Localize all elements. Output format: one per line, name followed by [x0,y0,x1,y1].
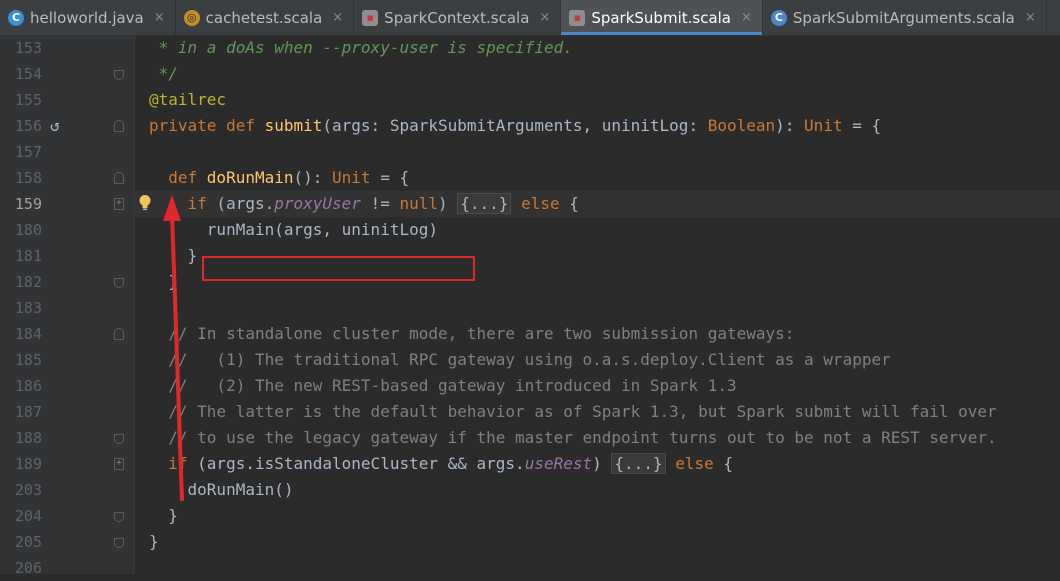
tab-sparksubmitarguments-scala[interactable]: C SparkSubmitArguments.scala × [763,0,1047,35]
line-number[interactable]: 187 [0,399,42,425]
code-line[interactable]: 204 } [0,503,1060,529]
line-number[interactable]: 185 [0,347,42,373]
code-text[interactable]: } [149,269,178,295]
code-line[interactable]: 189 + if (args.isStandaloneCluster && arg… [0,451,1060,477]
tab-sparkcontext-scala[interactable]: ▪ SparkContext.scala × [354,0,562,35]
line-number[interactable]: 156 [0,113,42,139]
fold-collapse-icon[interactable] [114,538,124,548]
code-line[interactable]: 158 def doRunMain(): Unit = { [0,165,1060,191]
scala-class-icon: ▪ [569,9,586,26]
code-line[interactable]: 159 + if (args.proxyUser != null) {...} e… [0,191,1060,217]
code-line[interactable]: 182 } [0,269,1060,295]
tab-label: helloworld.java [30,8,144,27]
recursive-call-icon[interactable]: ↺ [50,113,60,139]
code-line[interactable]: 153 * in a doAs when --proxy-user is spe… [0,35,1060,61]
code-text[interactable]: // (2) The new REST-based gateway introd… [149,373,736,399]
code-text[interactable]: * in a doAs when --proxy-user is specifi… [149,35,573,61]
code-line[interactable]: 183 [0,295,1060,321]
line-number[interactable]: 182 [0,269,42,295]
line-number[interactable]: 186 [0,373,42,399]
line-number[interactable]: 204 [0,503,42,529]
code-line[interactable]: 184 // In standalone cluster mode, there… [0,321,1060,347]
tab-label: SparkSubmit.scala [591,8,731,27]
fold-expand-icon[interactable]: + [114,198,124,210]
fold-collapse-icon[interactable] [114,328,124,340]
code-line[interactable]: 181 } [0,243,1060,269]
tab-cachetest-scala[interactable]: ◎ cachetest.scala × [176,0,355,35]
tab-sparksubmit-scala[interactable]: ▪ SparkSubmit.scala × [561,0,763,35]
code-text[interactable]: // The latter is the default behavior as… [149,399,996,425]
code-text[interactable]: // to use the legacy gateway if the mast… [149,425,996,451]
code-line[interactable]: 205} [0,529,1060,555]
fold-collapse-icon[interactable] [114,278,124,288]
close-icon[interactable]: × [332,10,343,25]
code-text[interactable]: // In standalone cluster mode, there are… [149,321,794,347]
code-text[interactable]: } [149,529,159,555]
code-text[interactable]: private def submit(args: SparkSubmitArgu… [149,113,881,139]
fold-collapse-icon[interactable] [114,434,124,444]
java-class-icon: C [8,9,24,26]
fold-expand-icon[interactable]: + [114,458,124,470]
code-line[interactable]: 206 [0,555,1060,581]
code-text[interactable]: */ [149,61,178,87]
line-number[interactable]: 189 [0,451,42,477]
fold-collapse-icon[interactable] [114,172,124,184]
code-line[interactable]: 203 doRunMain() [0,477,1060,503]
code-line[interactable]: 156 ↺ private def submit(args: SparkSubmit… [0,113,1060,139]
code-text[interactable]: if (args.isStandaloneCluster && args.use… [149,451,733,477]
editor-tab-bar: Chelloworld.java × ◎ cachetest.scala × ▪ Spark… [0,0,1060,36]
code-text[interactable]: // (1) The traditional RPC gateway using… [149,347,890,373]
code-line[interactable]: 157 [0,139,1060,165]
highlight-box-annotation [202,256,475,281]
code-line[interactable]: 155 @tailrec [0,87,1060,113]
line-number[interactable]: 153 [0,35,42,61]
line-number[interactable]: 159 [0,191,42,217]
code-line[interactable]: 154 */ [0,61,1060,87]
line-number[interactable]: 183 [0,295,42,321]
line-number[interactable]: 181 [0,243,42,269]
fold-collapse-icon[interactable] [114,120,124,132]
line-number[interactable]: 155 [0,87,42,113]
tab-label: cachetest.scala [205,8,323,27]
line-number[interactable]: 157 [0,139,42,165]
code-text[interactable]: } [149,503,178,529]
close-icon[interactable]: × [539,10,550,25]
code-text[interactable]: doRunMain() [149,477,294,503]
code-line[interactable]: 186 // (2) The new REST-based gateway in… [0,373,1060,399]
scala-class-icon: ▪ [362,9,379,26]
fold-collapse-icon[interactable] [114,512,124,522]
scala-object-icon: ◎ [183,9,200,26]
code-text[interactable]: } [149,243,198,269]
line-number[interactable]: 203 [0,477,42,503]
tab-helloworld-java[interactable]: Chelloworld.java × [0,0,176,35]
close-icon[interactable]: × [154,10,165,25]
fold-collapse-icon[interactable] [114,70,124,80]
code-text[interactable]: def doRunMain(): Unit = { [149,165,409,191]
close-icon[interactable]: × [741,10,752,25]
line-number[interactable]: 180 [0,217,42,243]
line-number[interactable]: 184 [0,321,42,347]
tab-label: SparkSubmitArguments.scala [792,8,1015,27]
code-editor[interactable]: 153 * in a doAs when --proxy-user is spe… [0,35,1060,577]
line-number[interactable]: 206 [0,555,42,581]
code-text[interactable]: @tailrec [149,87,226,113]
code-line[interactable]: 180 runMain(args, uninitLog) [0,217,1060,243]
code-line[interactable]: 185 // (1) The traditional RPC gateway u… [0,347,1060,373]
code-text[interactable]: runMain(args, uninitLog) [149,217,438,243]
code-text[interactable]: if (args.proxyUser != null) {...} else { [149,191,579,217]
line-number[interactable]: 154 [0,61,42,87]
line-number[interactable]: 205 [0,529,42,555]
code-line[interactable]: 188 // to use the legacy gateway if the … [0,425,1060,451]
line-number[interactable]: 188 [0,425,42,451]
code-line[interactable]: 187 // The latter is the default behavio… [0,399,1060,425]
tab-label: SparkContext.scala [384,8,530,27]
scala-class-icon: C [770,9,787,26]
close-icon[interactable]: × [1025,10,1036,25]
line-number[interactable]: 158 [0,165,42,191]
